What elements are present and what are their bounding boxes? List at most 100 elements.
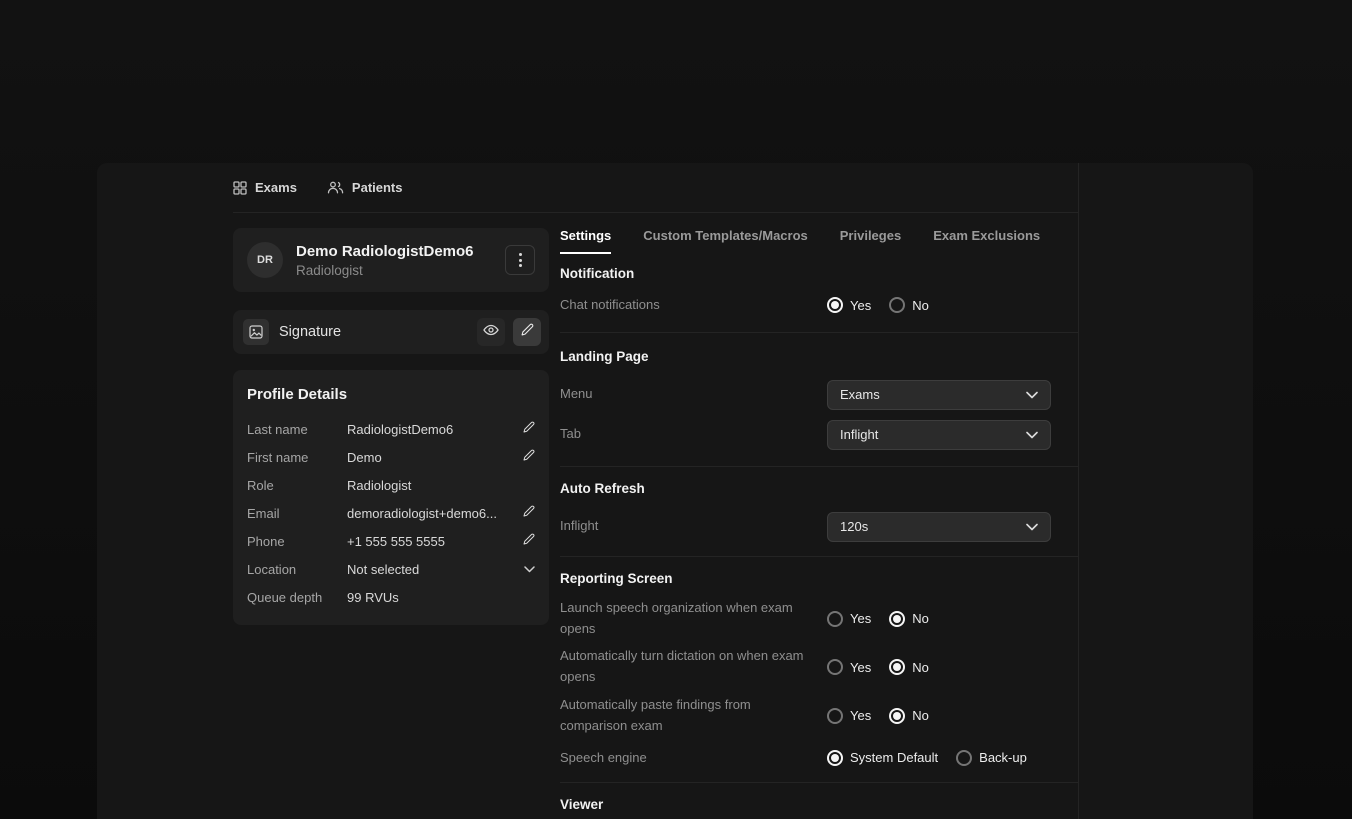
tab-row: Tab Inflight — [560, 419, 1078, 450]
profile-card: DR Demo RadiologistDemo6 Radiologist — [233, 228, 549, 292]
detail-label: Role — [247, 477, 274, 493]
detail-label: Email — [247, 505, 280, 521]
inflight-refresh-select[interactable]: 120s — [827, 511, 1051, 542]
radio-label: No — [912, 659, 929, 675]
image-icon — [243, 319, 269, 345]
profile-role: Radiologist — [296, 262, 363, 278]
detail-value: demoradiologist+demo6... — [347, 505, 497, 521]
select-value: Exams — [840, 387, 880, 403]
content-area: DR Demo RadiologistDemo6 Radiologist Sig… — [233, 213, 1253, 812]
location-dropdown-toggle[interactable] — [517, 560, 535, 578]
radio-label: No — [912, 611, 929, 627]
nav-item-label: Patients — [351, 180, 403, 195]
chevron-down-icon — [524, 560, 535, 578]
setting-label: Launch speech organization when exam ope… — [560, 599, 793, 636]
detail-label: First name — [247, 449, 309, 465]
chat-notifications-radio-group: Yes No — [827, 297, 947, 314]
radio-icon — [827, 610, 843, 627]
radio-option-no[interactable]: No — [889, 297, 929, 314]
detail-row-phone: Phone +1 555 555 5555 — [247, 527, 535, 555]
signature-label: Signature — [279, 324, 342, 340]
menu-select[interactable]: Exams — [827, 379, 1051, 410]
top-nav: Exams Patients — [233, 163, 1078, 213]
edit-phone-button[interactable] — [517, 532, 535, 550]
kebab-icon — [518, 264, 522, 267]
radio-label: No — [912, 297, 929, 313]
view-signature-button[interactable] — [477, 318, 505, 346]
edit-signature-button[interactable] — [513, 318, 541, 346]
detail-row-last-name: Last name RadiologistDemo6 — [247, 415, 535, 443]
radio-option-back-up[interactable]: Back-up — [956, 749, 1027, 766]
section-auto-refresh: Auto Refresh Inflight 120s — [560, 467, 1078, 557]
detail-row-queue-depth: Queue depth 99 RVUs — [247, 583, 535, 611]
detail-row-first-name: First name Demo — [247, 443, 535, 471]
radio-icon — [827, 297, 843, 314]
tab-custom-templates-macros[interactable]: Custom Templates/Macros — [643, 228, 807, 254]
nav-item-exams[interactable]: Exams — [233, 180, 297, 195]
pencil-icon — [523, 420, 535, 438]
section-title: Landing Page — [560, 348, 649, 364]
radio-icon — [889, 659, 906, 676]
nav-item-patients[interactable]: Patients — [327, 180, 403, 195]
settings-tabs: Settings Custom Templates/Macros Privile… — [560, 228, 1078, 254]
edit-last-name-button[interactable] — [517, 420, 535, 438]
section-reporting-screen: Reporting Screen Launch speech organizat… — [560, 557, 1078, 784]
detail-label: Queue depth — [247, 589, 323, 605]
radio-label: No — [912, 708, 929, 724]
section-viewer: Viewer — [560, 783, 1078, 812]
profile-menu-button[interactable] — [505, 245, 535, 275]
pencil-icon — [523, 532, 535, 550]
radio-option-yes[interactable]: Yes — [827, 707, 871, 724]
radio-icon — [956, 749, 973, 766]
patients-people-icon — [327, 181, 344, 194]
detail-value: RadiologistDemo6 — [347, 421, 454, 437]
chevron-down-icon — [1026, 523, 1038, 531]
radio-option-system-default[interactable]: System Default — [827, 749, 939, 766]
section-title: Notification — [560, 266, 635, 281]
tab-exam-exclusions[interactable]: Exam Exclusions — [933, 228, 1040, 254]
radio-icon — [827, 749, 843, 766]
setting-label: Speech engine — [560, 749, 647, 765]
profile-info: Demo RadiologistDemo6 Radiologist — [296, 243, 474, 278]
detail-label: Location — [247, 561, 297, 577]
detail-row-email: Email demoradiologist+demo6... — [247, 499, 535, 527]
section-title: Auto Refresh — [560, 480, 645, 496]
radio-label: Yes — [850, 611, 872, 627]
radio-option-no[interactable]: No — [889, 707, 929, 724]
radio-option-no[interactable]: No — [889, 659, 929, 676]
detail-value: Demo — [347, 449, 382, 465]
radio-option-yes[interactable]: Yes — [827, 659, 871, 676]
tab-privileges[interactable]: Privileges — [840, 228, 901, 254]
chevron-down-icon — [1026, 391, 1038, 399]
setting-label: Inflight — [560, 518, 599, 534]
setting-label: Chat notifications — [560, 297, 660, 312]
detail-value: +1 555 555 5555 — [347, 533, 445, 549]
radio-option-yes[interactable]: Yes — [827, 610, 872, 627]
select-value: 120s — [840, 519, 869, 535]
exams-grid-icon — [233, 180, 247, 195]
setting-label: Menu — [560, 386, 593, 402]
radio-label: Back-up — [979, 750, 1027, 766]
chat-notifications-row: Chat notifications Yes No — [560, 295, 1078, 316]
detail-value: 99 RVUs — [347, 589, 399, 605]
menu-select-wrap: Exams — [827, 379, 1051, 410]
auto-dictation-radio-group: Yes No — [827, 659, 947, 676]
setting-label: Automatically turn dictation on when exa… — [560, 648, 804, 685]
kebab-icon — [518, 253, 522, 256]
profile-name: Demo RadiologistDemo6 — [296, 242, 474, 260]
auto-dictation-row: Automatically turn dictation on when exa… — [560, 646, 1078, 688]
section-title: Viewer — [560, 797, 604, 813]
edit-first-name-button[interactable] — [517, 448, 535, 466]
pencil-icon — [521, 323, 534, 341]
tab-settings[interactable]: Settings — [560, 228, 612, 254]
edit-email-button[interactable] — [517, 504, 535, 522]
radio-icon — [889, 707, 906, 724]
chevron-down-icon — [1026, 431, 1038, 439]
radio-label: System Default — [850, 750, 939, 766]
setting-label: Automatically paste findings from compar… — [560, 696, 751, 733]
eye-icon — [483, 323, 499, 341]
radio-option-no[interactable]: No — [889, 610, 929, 627]
radio-option-yes[interactable]: Yes — [827, 297, 871, 314]
tab-select[interactable]: Inflight — [827, 419, 1051, 450]
speech-engine-row: Speech engine System Default Back-up — [560, 748, 1078, 769]
